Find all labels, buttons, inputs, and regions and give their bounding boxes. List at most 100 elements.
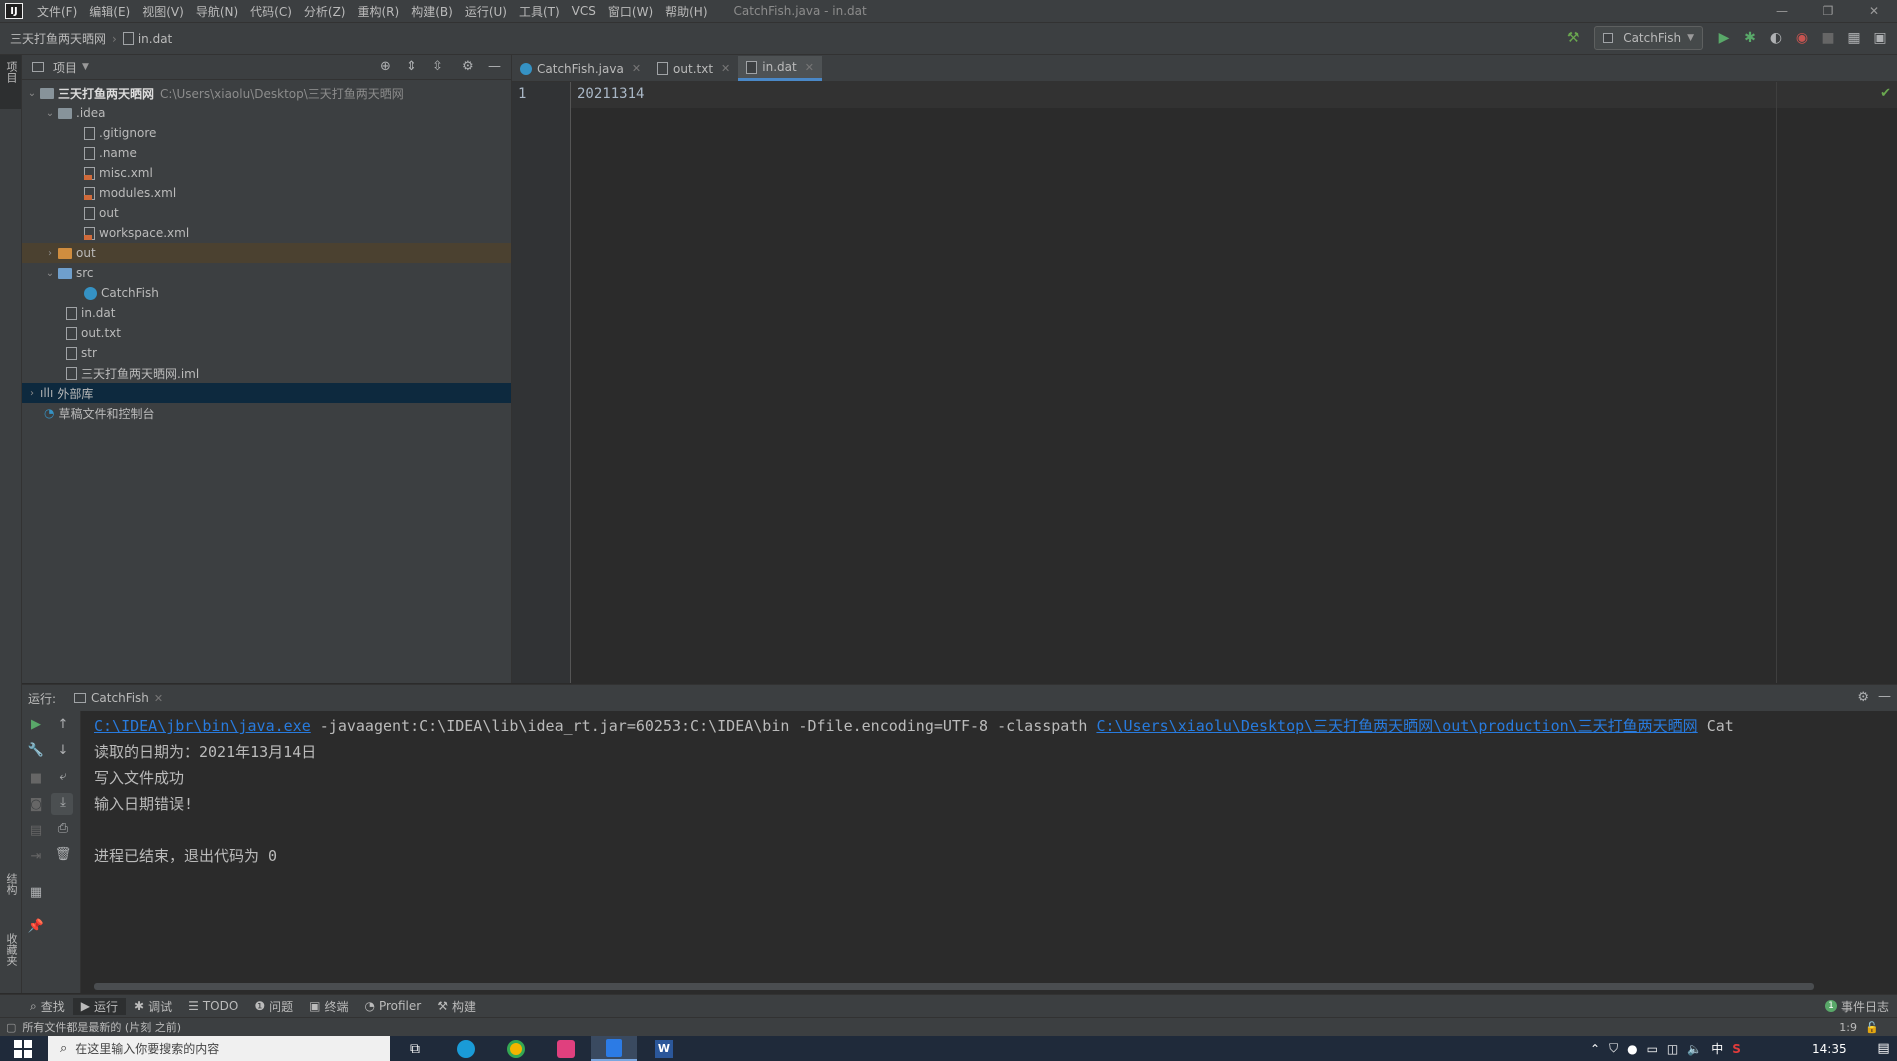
rerun-icon[interactable]: ▶ <box>26 717 46 732</box>
tree-item-src[interactable]: ⌄ src <box>22 263 511 283</box>
hide-panel-icon[interactable]: — <box>1878 689 1891 704</box>
run-tool-button[interactable]: ▶ 运行 <box>72 997 126 1015</box>
menu-tools[interactable]: 工具(T) <box>513 3 566 20</box>
camera-icon[interactable]: ◙ <box>26 797 46 812</box>
structure-tool-label[interactable]: 结构 <box>3 873 19 895</box>
soft-wrap-icon[interactable]: ⤶ <box>53 769 73 784</box>
menu-file[interactable]: 文件(F) <box>31 3 83 20</box>
restore-layout-icon[interactable]: ▤ <box>26 823 46 838</box>
favorites-tool-label[interactable]: 收藏夹 <box>3 933 19 966</box>
taskbar-app-word[interactable]: W <box>641 1036 687 1061</box>
status-icon[interactable]: ▢ <box>6 1021 16 1034</box>
print-icon[interactable]: ⎙ <box>53 821 73 836</box>
shield-icon[interactable]: ⛉ <box>1609 1041 1618 1056</box>
close-tab-icon[interactable]: ✕ <box>721 62 730 75</box>
chevron-down-icon[interactable]: ⌄ <box>44 108 56 119</box>
menu-analyze[interactable]: 分析(Z) <box>298 3 352 20</box>
close-tab-icon[interactable]: ✕ <box>805 61 814 74</box>
terminal-tool-button[interactable]: ▣ 终端 <box>301 998 356 1015</box>
caret-position[interactable]: 1:9 <box>1839 1021 1857 1034</box>
tree-item-modules-xml[interactable]: modules.xml <box>22 183 511 203</box>
chevron-up-icon[interactable]: ⌃ <box>1590 1042 1600 1056</box>
chevron-down-icon[interactable]: ⌄ <box>26 88 38 99</box>
expand-all-icon[interactable]: ⇕ <box>406 59 417 74</box>
close-tab-icon[interactable]: ✕ <box>632 62 641 75</box>
tree-item-misc-xml[interactable]: misc.xml <box>22 163 511 183</box>
tree-item-idea[interactable]: ⌄ .idea <box>22 103 511 123</box>
taskbar-app-edge[interactable] <box>443 1036 489 1061</box>
stop-icon[interactable]: ■ <box>1817 27 1839 49</box>
chevron-down-icon[interactable]: ⌄ <box>44 268 56 279</box>
tree-item-project-root[interactable]: ⌄ 三天打鱼两天晒网 C:\Users\xiaolu\Desktop\三天打鱼两… <box>22 83 511 103</box>
tree-item-iml[interactable]: 三天打鱼两天晒网.iml <box>22 363 511 383</box>
event-log-button[interactable]: 1 事件日志 <box>1817 998 1897 1015</box>
editor-text-area[interactable]: 20211314 ✔ <box>571 82 1897 683</box>
tab-out-txt[interactable]: out.txt ✕ <box>649 56 738 81</box>
tree-item-scratches[interactable]: ◔ 草稿文件和控制台 <box>22 403 511 423</box>
breadcrumb-project[interactable]: 三天打鱼两天晒网 <box>10 30 106 47</box>
taskbar-app-intellij-active[interactable] <box>591 1036 637 1061</box>
start-button[interactable] <box>0 1036 46 1061</box>
gear-icon[interactable]: ⚙ <box>1857 690 1869 705</box>
build-hammer-icon[interactable]: ⚒ <box>1562 27 1584 49</box>
tree-item-out-folder[interactable]: › out <box>22 243 511 263</box>
wrench-icon[interactable]: 🔧 <box>26 743 46 758</box>
collapse-all-icon[interactable]: ⇳ <box>432 59 443 74</box>
tree-item-workspace-xml[interactable]: workspace.xml <box>22 223 511 243</box>
todo-tool-button[interactable]: ☰ TODO <box>180 999 246 1013</box>
restore-icon[interactable]: ❐ <box>1805 0 1851 22</box>
project-structure-icon[interactable]: ▦ <box>1843 27 1865 49</box>
pin-icon[interactable]: 📌 <box>26 919 46 934</box>
menu-run[interactable]: 运行(U) <box>459 3 513 20</box>
project-view-selector[interactable]: 项目 ▼ <box>22 59 89 76</box>
profile-icon[interactable]: ◉ <box>1791 27 1813 49</box>
debug-icon[interactable]: ✱ <box>1739 27 1761 49</box>
network-icon[interactable]: ▭ <box>1647 1042 1658 1056</box>
run-config-selector[interactable]: CatchFish ▼ <box>1594 26 1703 50</box>
project-tool-button[interactable]: 项目 <box>0 55 21 109</box>
tree-item-in-dat[interactable]: in.dat <box>22 303 511 323</box>
find-tool-button[interactable]: ⌕ 查找 <box>22 998 73 1015</box>
close-icon[interactable]: ✕ <box>1851 0 1897 22</box>
notification-button[interactable]: ▤ <box>1870 1036 1897 1061</box>
taskbar-app-intellij[interactable] <box>543 1036 589 1061</box>
profiler-tool-button[interactable]: ◔ Profiler <box>356 999 429 1013</box>
horizontal-scrollbar[interactable] <box>94 983 1814 990</box>
scroll-to-end-icon[interactable]: ⤓ <box>53 795 73 810</box>
arrow-up-icon[interactable]: ↑ <box>53 717 73 732</box>
taskbar-app-chrome[interactable] <box>493 1036 539 1061</box>
menu-refactor[interactable]: 重构(R) <box>352 3 406 20</box>
java-exe-link[interactable]: C:\IDEA\jbr\bin\java.exe <box>94 717 311 735</box>
debug-tool-button[interactable]: ✱ 调试 <box>126 998 180 1015</box>
taskbar-search-box[interactable]: ⌕ 在这里输入你要搜索的内容 <box>48 1036 390 1061</box>
volume-icon[interactable]: 🔈 <box>1687 1042 1702 1056</box>
breadcrumb-file[interactable]: in.dat <box>138 32 172 46</box>
menu-navigate[interactable]: 导航(N) <box>190 3 244 20</box>
wifi-icon[interactable]: ◫ <box>1667 1042 1678 1056</box>
tree-item-external-libraries[interactable]: › ıllı 外部库 <box>22 383 511 403</box>
tree-item-gitignore[interactable]: .gitignore <box>22 123 511 143</box>
ime-indicator[interactable]: 中 <box>1711 1040 1723 1057</box>
clock[interactable]: 14:35 <box>1812 1036 1847 1061</box>
tree-item-out-txt[interactable]: out.txt <box>22 323 511 343</box>
chevron-right-icon[interactable]: › <box>44 248 56 259</box>
build-tool-button[interactable]: ⚒ 构建 <box>429 998 484 1015</box>
tree-item-str[interactable]: str <box>22 343 511 363</box>
console-output[interactable]: C:\IDEA\jbr\bin\java.exe -javaagent:C:\I… <box>81 711 1897 993</box>
arrow-down-icon[interactable]: ↓ <box>53 743 73 758</box>
sogou-ime-icon[interactable]: S <box>1732 1042 1741 1056</box>
coverage-icon[interactable]: ◐ <box>1765 27 1787 49</box>
tab-in-dat[interactable]: in.dat ✕ <box>738 56 822 81</box>
locate-file-icon[interactable]: ⊕ <box>380 59 391 74</box>
search-everywhere-icon[interactable]: ▣ <box>1869 27 1891 49</box>
trash-icon[interactable]: 🗑 <box>53 847 73 862</box>
problems-tool-button[interactable]: ❶ 问题 <box>246 998 301 1015</box>
hide-panel-icon[interactable]: — <box>488 59 501 74</box>
menu-edit[interactable]: 编辑(E) <box>83 3 136 20</box>
close-tab-icon[interactable]: ✕ <box>154 692 163 705</box>
gear-icon[interactable]: ⚙ <box>462 59 474 74</box>
menu-help[interactable]: 帮助(H) <box>659 3 713 20</box>
menu-vcs[interactable]: VCS <box>566 4 602 18</box>
menu-window[interactable]: 窗口(W) <box>602 3 659 20</box>
exit-icon[interactable]: ⇥ <box>26 849 46 864</box>
